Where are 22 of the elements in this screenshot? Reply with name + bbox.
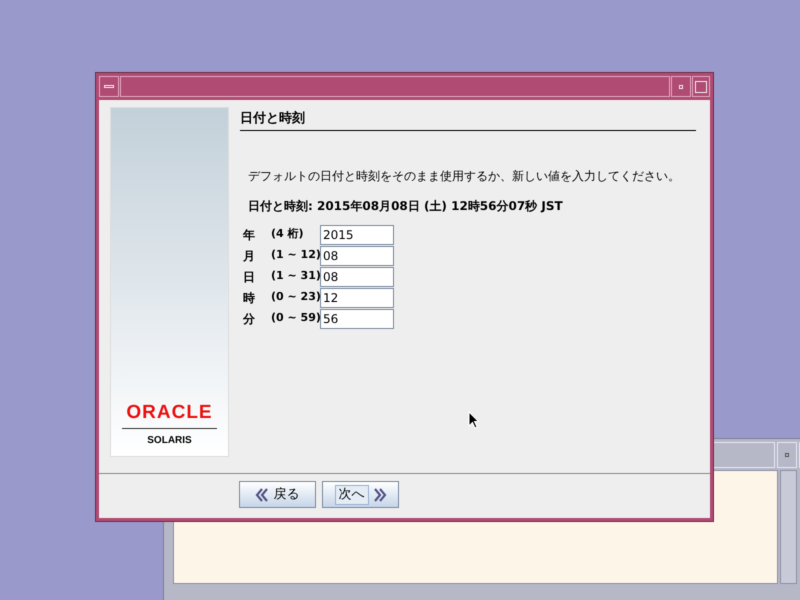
field-label: 日 [243,268,256,286]
field-range: (1 ~ 12) [271,247,320,264]
field-label: 時 [243,290,256,306]
field-label: 分 [243,310,256,328]
field-range: (4 桁) [271,226,305,242]
input-field[interactable]: 08 [320,266,394,286]
input-field[interactable]: 56 [320,308,394,328]
product-name: SOLARIS [147,434,192,448]
input-field[interactable]: 2015 [320,224,394,244]
input-field[interactable]: 12 [320,288,394,308]
back-button[interactable]: 戻る [239,481,316,508]
current-date-time: 日付と時刻: 2015年08月08日 (土) 12時56分07秒 JST [248,198,564,214]
field-range: (0 ~ 23) [271,289,320,306]
input-field[interactable]: 08 [320,246,394,266]
field-label: 月 [243,248,256,264]
instruction-text: デフォルトの日付と時刻をそのまま使用するか、新しい値を入力してください。 [248,168,681,184]
field-range: (0 ~ 59) [271,310,320,326]
field-label: 年 [243,226,256,244]
field-range: (1 ~ 31) [271,268,320,284]
brand-logo: ORACLE [122,403,217,429]
next-button[interactable]: 次へ [322,481,399,508]
section-heading: 日付と時刻 [240,109,696,130]
